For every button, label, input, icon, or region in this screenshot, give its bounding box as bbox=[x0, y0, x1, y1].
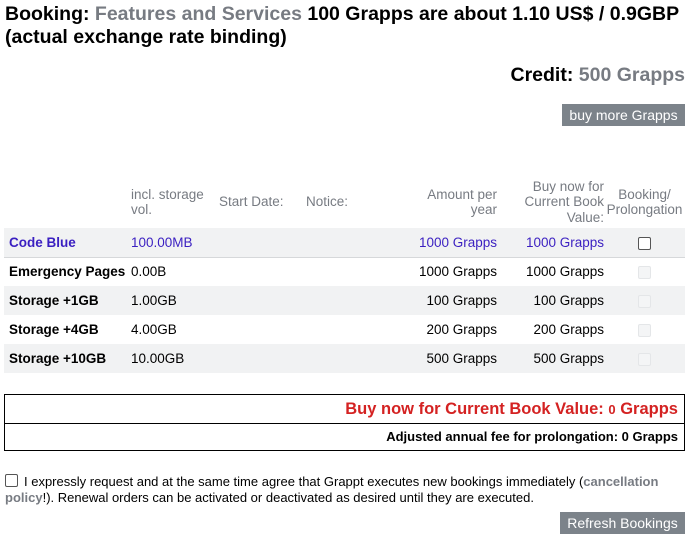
row-storage: 10.00GB bbox=[131, 351, 185, 366]
row-buy-now: 1000 Grapps bbox=[525, 264, 604, 280]
agreement-text-end: !). Renewal orders can be activated or d… bbox=[42, 490, 534, 505]
row-start-date bbox=[219, 286, 306, 315]
agreement-text: I expressly request and at the same time… bbox=[5, 474, 673, 506]
row-booking-cell bbox=[604, 228, 685, 257]
credit-display: Credit: 500 Grapps bbox=[511, 64, 686, 87]
table-row: Emergency Pages 0.00B 1000 Grapps 1000 Grap… bbox=[4, 257, 685, 286]
row-name: Storage +1GB bbox=[9, 293, 99, 308]
agreement-checkbox[interactable] bbox=[5, 474, 18, 487]
row-storage: 4.00GB bbox=[131, 322, 177, 337]
page-title: Booking: Features and Services 100 Grapp… bbox=[5, 3, 689, 49]
booking-checkbox bbox=[638, 266, 651, 280]
row-start-date bbox=[219, 257, 306, 286]
row-notice bbox=[306, 315, 393, 344]
buy-now-total-unit: Grapps bbox=[620, 400, 678, 418]
booking-checkbox bbox=[638, 294, 651, 308]
booking-table: incl. storage vol. Start Date: Notice: A… bbox=[4, 176, 685, 373]
row-buy-now: 1000 Grapps bbox=[525, 234, 604, 250]
table-row: Code Blue 100.00MB 1000 Grapps 1000 Grapps bbox=[4, 228, 685, 257]
row-notice bbox=[306, 257, 393, 286]
row-buy-now: 200 Grapps bbox=[533, 322, 604, 337]
row-start-date bbox=[219, 344, 306, 373]
row-start-date bbox=[219, 228, 306, 257]
buy-now-total: Buy now for Current Book Value: 0 Grapps bbox=[4, 394, 685, 424]
row-notice bbox=[306, 228, 393, 257]
row-name: Storage +10GB bbox=[9, 351, 107, 366]
buy-now-total-label: Buy now for Current Book Value: bbox=[345, 400, 604, 418]
table-body: Code Blue 100.00MB 1000 Grapps 1000 Grapps E… bbox=[4, 228, 685, 373]
row-storage: 100.00MB bbox=[131, 234, 193, 250]
row-amount: 1000 Grapps bbox=[418, 264, 497, 280]
table-row: Storage +10GB 10.00GB 500 Grapps 500 Grapps bbox=[4, 344, 685, 373]
col-header-name bbox=[4, 176, 126, 228]
col-header-start-date: Start Date: bbox=[219, 194, 284, 210]
buy-more-grapps-button[interactable]: buy more Grapps bbox=[562, 104, 685, 126]
row-storage: 1.00GB bbox=[131, 293, 177, 308]
refresh-bookings-button[interactable]: Refresh Bookings bbox=[560, 512, 685, 534]
row-booking-cell bbox=[604, 315, 685, 344]
row-amount: 200 Grapps bbox=[426, 322, 497, 337]
col-header-buy-now: Buy now for Current Book Value: bbox=[524, 178, 604, 225]
row-start-date bbox=[219, 315, 306, 344]
row-amount: 500 Grapps bbox=[426, 351, 497, 366]
row-booking-cell bbox=[604, 344, 685, 373]
col-header-booking: Booking/ Prolongation bbox=[606, 186, 683, 218]
row-name: Storage +4GB bbox=[9, 322, 99, 337]
row-booking-cell bbox=[604, 257, 685, 286]
row-booking-cell bbox=[604, 286, 685, 315]
col-header-storage: incl. storage vol. bbox=[131, 186, 204, 218]
row-buy-now: 100 Grapps bbox=[533, 293, 604, 308]
credit-label: Credit: bbox=[510, 64, 574, 86]
row-buy-now: 500 Grapps bbox=[533, 351, 604, 366]
row-notice bbox=[306, 344, 393, 373]
row-notice bbox=[306, 286, 393, 315]
booking-checkbox[interactable] bbox=[638, 236, 651, 250]
row-amount: 100 Grapps bbox=[426, 293, 497, 308]
prolongation-fee: Adjusted annual fee for prolongation: 0 … bbox=[4, 424, 685, 451]
table-row: Storage +1GB 1.00GB 100 Grapps 100 Grapps bbox=[4, 286, 685, 315]
col-header-amount: Amount per year bbox=[427, 186, 497, 218]
buy-now-total-value: 0 bbox=[608, 402, 616, 417]
booking-label: Booking: bbox=[5, 3, 90, 25]
credit-value: 500 Grapps bbox=[578, 64, 685, 86]
row-amount: 1000 Grapps bbox=[418, 234, 497, 250]
table-row: Storage +4GB 4.00GB 200 Grapps 200 Grapps bbox=[4, 315, 685, 344]
booking-checkbox bbox=[638, 352, 651, 366]
section-name: Features and Services bbox=[94, 3, 302, 25]
col-header-notice: Notice: bbox=[306, 194, 349, 210]
row-name: Code Blue bbox=[9, 234, 76, 250]
table-header-row: incl. storage vol. Start Date: Notice: A… bbox=[4, 176, 685, 228]
booking-checkbox bbox=[638, 323, 651, 337]
row-storage: 0.00B bbox=[131, 264, 167, 280]
row-name: Emergency Pages bbox=[9, 264, 126, 280]
agreement-text-start: I expressly request and at the same time… bbox=[24, 474, 584, 489]
